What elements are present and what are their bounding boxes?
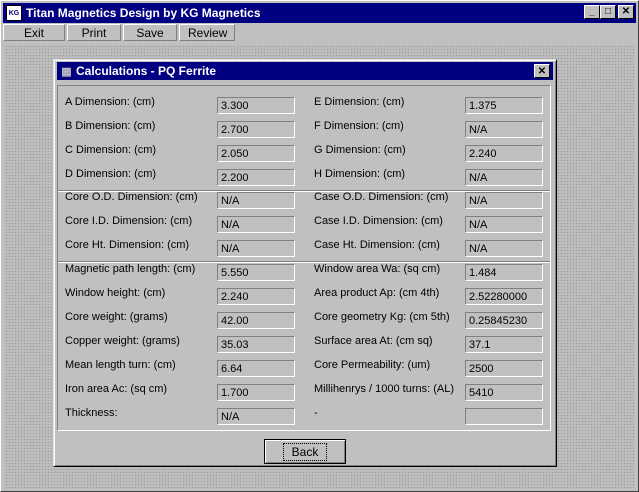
back-button[interactable]: Back xyxy=(264,439,346,464)
mean-length-turn-cm-field: 6.64 xyxy=(217,360,295,377)
values-panel: A Dimension: (cm) 3.300 B Dimension: (cm) 2… xyxy=(57,85,551,431)
h-dimension-cm-field: N/A xyxy=(465,169,543,186)
e-dimension-cm-field: 1.375 xyxy=(465,97,543,114)
core-weight-grams-label: Core weight: (grams) xyxy=(65,311,168,323)
magnetic-path-length-cm-field: 5.550 xyxy=(217,264,295,281)
window-height-cm-label: Window height: (cm) xyxy=(65,287,166,299)
blank-label: - xyxy=(314,407,318,419)
millihenrys-1000-turns-al-label: Millihenrys / 1000 turns: (AL) xyxy=(314,383,454,395)
minimize-button[interactable]: _ xyxy=(584,5,600,19)
close-icon: ✕ xyxy=(537,65,547,77)
maximize-icon: □ xyxy=(604,6,612,17)
h-dimension-cm-label: H Dimension: (cm) xyxy=(314,168,406,180)
d-dimension-cm-field: 2.200 xyxy=(217,169,295,186)
core-permeability-um-label: Core Permeability: (um) xyxy=(314,359,431,371)
core-i-d-dimension-cm-field: N/A xyxy=(217,216,295,233)
case-o-d-dimension-cm-label: Case O.D. Dimension: (cm) xyxy=(314,191,449,203)
calculations-dialog: ▦ Calculations - PQ Ferrite ✕ A Dimensio… xyxy=(53,59,557,467)
f-dimension-cm-label: F Dimension: (cm) xyxy=(314,120,404,132)
maximize-button[interactable]: □ xyxy=(600,5,616,19)
g-dimension-cm-field: 2.240 xyxy=(465,145,543,162)
window-area-wa-sq-cm-field: 1.484 xyxy=(465,264,543,281)
title-bar[interactable]: KG Titan Magnetics Design by KG Magnetic… xyxy=(3,3,636,23)
area-product-ap-cm-4th-label: Area product Ap: (cm 4th) xyxy=(314,287,440,299)
dialog-title-bar[interactable]: ▦ Calculations - PQ Ferrite ✕ xyxy=(57,62,553,80)
e-dimension-cm-label: E Dimension: (cm) xyxy=(314,96,405,108)
menu-exit[interactable]: Exit xyxy=(3,24,65,41)
window-title: Titan Magnetics Design by KG Magnetics xyxy=(26,6,261,20)
close-button[interactable]: ✕ xyxy=(618,5,634,19)
d-dimension-cm-label: D Dimension: (cm) xyxy=(65,168,157,180)
core-i-d-dimension-cm-label: Core I.D. Dimension: (cm) xyxy=(65,215,193,227)
blank-field xyxy=(465,408,543,425)
close-icon: ✕ xyxy=(621,6,631,17)
b-dimension-cm-label: B Dimension: (cm) xyxy=(65,120,156,132)
copper-weight-grams-field: 35.03 xyxy=(217,336,295,353)
app-icon: KG xyxy=(6,5,22,21)
iron-area-ac-sq-cm-label: Iron area Ac: (sq cm) xyxy=(65,383,168,395)
window-height-cm-field: 2.240 xyxy=(217,288,295,305)
core-ht-dimension-cm-field: N/A xyxy=(217,240,295,257)
thickness-label: Thickness: xyxy=(65,407,118,419)
c-dimension-cm-field: 2.050 xyxy=(217,145,295,162)
calculator-icon: ▦ xyxy=(61,65,72,78)
copper-weight-grams-label: Copper weight: (grams) xyxy=(65,335,180,347)
back-button-label: Back xyxy=(282,442,328,461)
thickness-field: N/A xyxy=(217,408,295,425)
surface-area-at-cm-sq-label: Surface area At: (cm sq) xyxy=(314,335,433,347)
core-geometry-kg-cm-5th-label: Core geometry Kg: (cm 5th) xyxy=(314,311,450,323)
window-area-wa-sq-cm-label: Window area Wa: (sq cm) xyxy=(314,263,441,275)
case-i-d-dimension-cm-label: Case I.D. Dimension: (cm) xyxy=(314,215,443,227)
core-permeability-um-field: 2500 xyxy=(465,360,543,377)
magnetic-path-length-cm-label: Magnetic path length: (cm) xyxy=(65,263,196,275)
main-window: KG Titan Magnetics Design by KG Magnetic… xyxy=(0,0,639,492)
core-weight-grams-field: 42.00 xyxy=(217,312,295,329)
case-ht-dimension-cm-field: N/A xyxy=(465,240,543,257)
case-ht-dimension-cm-label: Case Ht. Dimension: (cm) xyxy=(314,239,440,251)
menu-print[interactable]: Print xyxy=(67,24,121,41)
g-dimension-cm-label: G Dimension: (cm) xyxy=(314,144,406,156)
menu-save[interactable]: Save xyxy=(123,24,177,41)
core-geometry-kg-cm-5th-field: 0.25845230 xyxy=(465,312,543,329)
core-o-d-dimension-cm-field: N/A xyxy=(217,192,295,209)
core-ht-dimension-cm-label: Core Ht. Dimension: (cm) xyxy=(65,239,190,251)
core-o-d-dimension-cm-label: Core O.D. Dimension: (cm) xyxy=(65,191,198,203)
case-o-d-dimension-cm-field: N/A xyxy=(465,192,543,209)
minimize-icon: _ xyxy=(589,6,595,17)
f-dimension-cm-field: N/A xyxy=(465,121,543,138)
a-dimension-cm-field: 3.300 xyxy=(217,97,295,114)
c-dimension-cm-label: C Dimension: (cm) xyxy=(65,144,157,156)
dialog-title: Calculations - PQ Ferrite xyxy=(76,64,217,78)
iron-area-ac-sq-cm-field: 1.700 xyxy=(217,384,295,401)
menu-bar: Exit Print Save Review xyxy=(3,24,636,43)
dialog-close-button[interactable]: ✕ xyxy=(534,64,550,78)
menu-review[interactable]: Review xyxy=(179,24,235,41)
area-product-ap-cm-4th-field: 2.52280000 xyxy=(465,288,543,305)
mean-length-turn-cm-label: Mean length turn: (cm) xyxy=(65,359,176,371)
a-dimension-cm-label: A Dimension: (cm) xyxy=(65,96,155,108)
millihenrys-1000-turns-al-field: 5410 xyxy=(465,384,543,401)
surface-area-at-cm-sq-field: 37.1 xyxy=(465,336,543,353)
b-dimension-cm-field: 2.700 xyxy=(217,121,295,138)
case-i-d-dimension-cm-field: N/A xyxy=(465,216,543,233)
